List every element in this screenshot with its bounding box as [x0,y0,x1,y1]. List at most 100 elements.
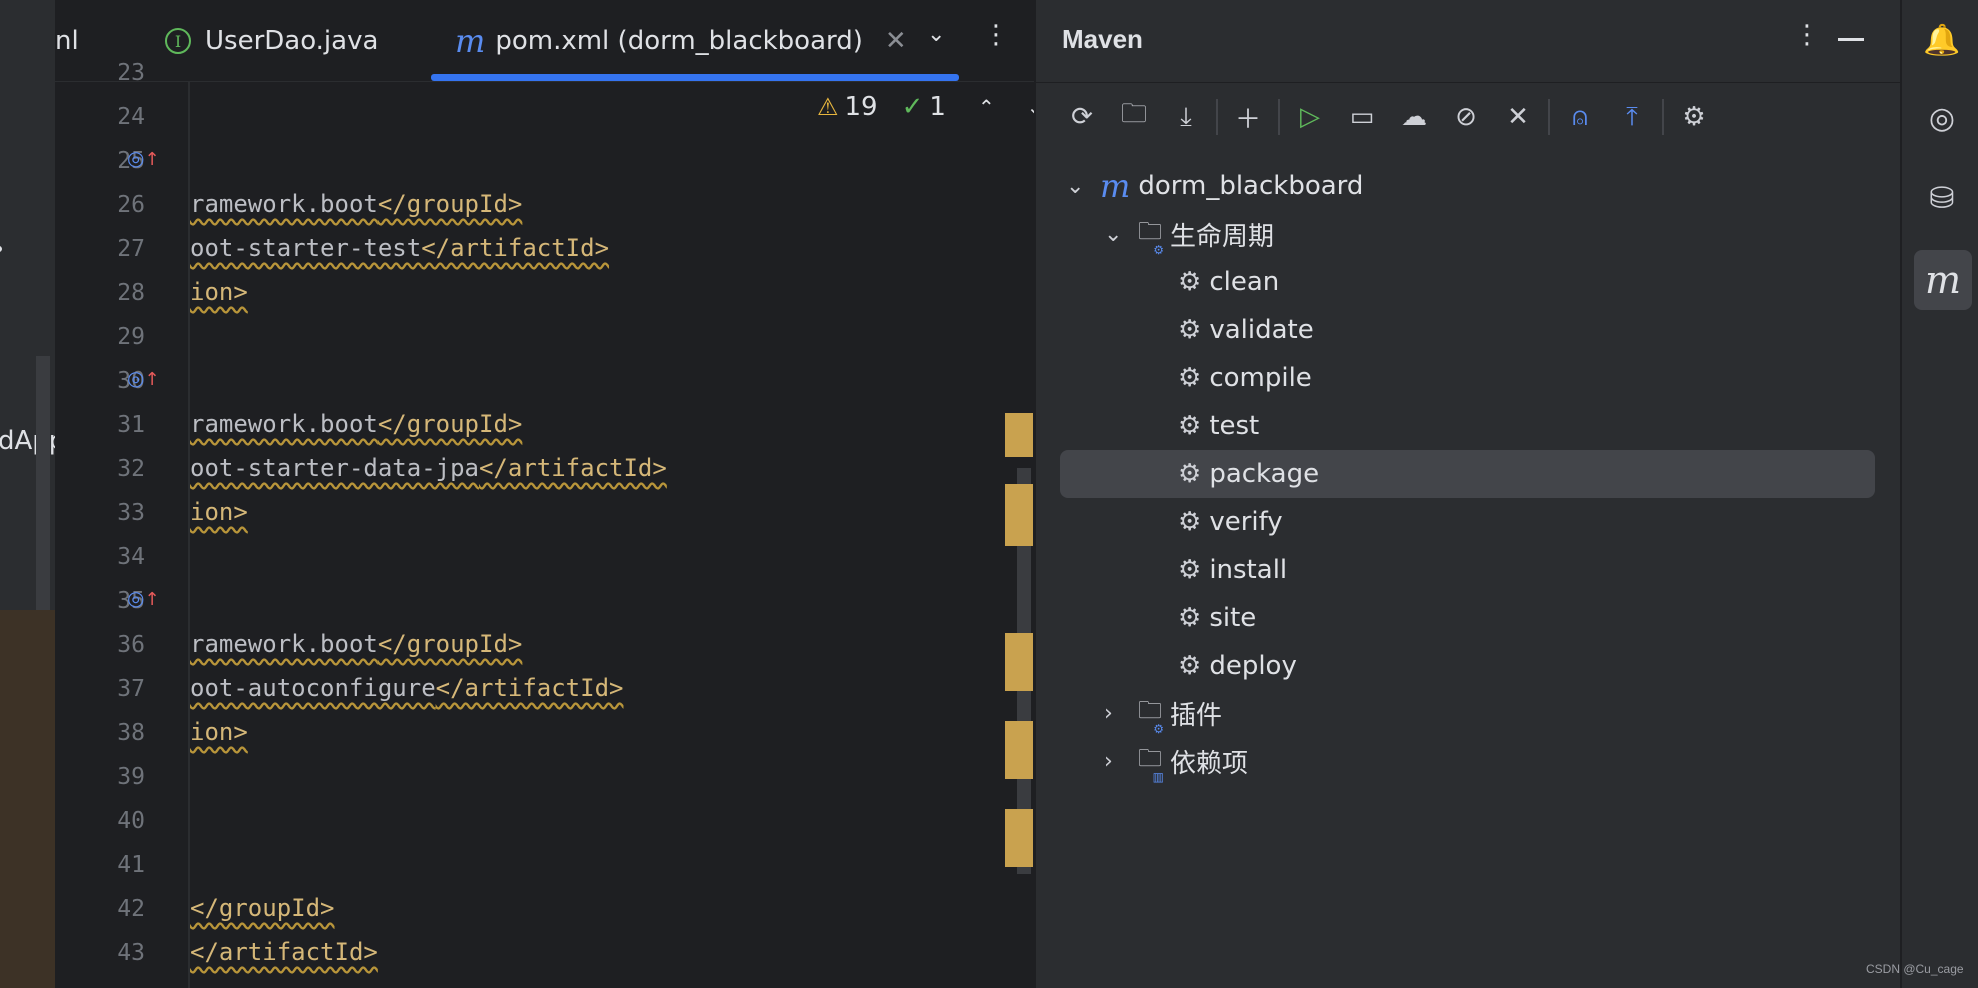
code-text: oot-autoconfigure [190,674,436,702]
code-line[interactable]: </artifactId> [190,938,378,966]
code-editor[interactable]: nl I UserDao.java m pom.xml (dorm_blackb… [55,0,1034,988]
database-icon[interactable]: ⛁ [1920,176,1964,220]
goal-gear-icon: ⚙ [1178,651,1202,681]
skip-tests-icon[interactable]: ⊘ [1440,95,1492,139]
line-number: 26 [117,192,145,218]
override-gutter-icon[interactable]: ◎↑ [127,146,160,170]
collapse-all-icon[interactable]: ✕ [1492,95,1544,139]
error-stripe-mark[interactable] [1005,721,1033,779]
more-options-icon[interactable]: ⋮ [1794,20,1820,50]
goal-validate[interactable]: ⚙ validate [1178,307,1314,353]
code-line[interactable]: ramework.boot</groupId> [190,630,522,658]
previous-highlight-icon[interactable]: ⌃ [978,95,995,119]
xml-tag: ion> [190,498,248,526]
goal-compile[interactable]: ⚙ compile [1178,355,1312,401]
line-number: 29 [117,324,145,350]
chevron-down-icon[interactable]: ⌄ [927,22,945,47]
next-highlight-icon[interactable]: ⌄ [1027,95,1034,119]
error-stripe-mark[interactable] [1005,413,1033,457]
code-line[interactable]: ion> [190,498,248,526]
notifications-bell-icon[interactable]: 🔔 [1920,18,1964,62]
xml-tag: </artifactId> [421,234,610,262]
line-number: 31 [117,412,145,438]
xml-tag: ion> [190,278,248,306]
code-text: ramework.boot [190,410,378,438]
code-line[interactable]: ion> [190,718,248,746]
expand-all-icon[interactable]: ⤒ [1606,95,1658,139]
code-line[interactable]: </groupId> [190,894,335,922]
code-line[interactable]: ramework.boot</groupId> [190,190,522,218]
line-number: 39 [117,764,145,790]
tab-label: nl [55,26,79,56]
goal-label: validate [1209,315,1314,345]
xml-tag: </groupId> [377,630,523,658]
code-line[interactable]: ramework.boot</groupId> [190,410,522,438]
code-text: ramework.boot [190,190,378,218]
xml-tag: </groupId> [190,894,335,922]
reload-icon[interactable]: ⟳ [1056,95,1108,139]
offline-mode-icon[interactable]: ☁ [1388,95,1440,139]
tree-dot [0,246,2,252]
error-stripe-mark[interactable] [1005,633,1033,691]
code-text: ramework.boot [190,630,378,658]
chevron-right-icon[interactable]: › [1104,701,1138,726]
run-configuration-icon[interactable]: ▭ [1336,95,1388,139]
goal-deploy[interactable]: ⚙ deploy [1178,643,1297,689]
add-icon[interactable]: ＋ [1222,95,1274,139]
goal-gear-icon: ⚙ [1178,459,1202,489]
tree-node-plugins[interactable]: › 🗀 ⚙ 插件 [1104,690,1222,736]
tab-userdao[interactable]: I UserDao.java [165,0,378,82]
maven-toolbar: ⟳ 🗀 ⤓ ＋ ▷ ▭ ☁ ⊘ ✕ ⍝ ⤒ ⚙ [1056,95,1720,139]
line-number: 36 [117,632,145,658]
chevron-right-icon[interactable]: › [1104,749,1138,774]
line-number: 32 [117,456,145,482]
xml-tag: </artifactId> [478,454,667,482]
goal-verify[interactable]: ⚙ verify [1178,499,1283,545]
line-number: 33 [117,500,145,526]
code-text: oot-starter-test [190,234,422,262]
code-line[interactable]: oot-starter-test</artifactId> [190,234,609,262]
line-number: 34 [117,544,145,570]
code-line[interactable]: oot-autoconfigure</artifactId> [190,674,623,702]
maven-icon: m [1100,167,1131,205]
override-gutter-icon[interactable]: ◎↑ [127,586,160,610]
code-line[interactable]: oot-starter-data-jpa</artifactId> [190,454,667,482]
inspection-widget[interactable]: ⚠ 19 ✓ 1 ⌃ ⌄ [817,92,1034,122]
run-icon[interactable]: ▷ [1284,95,1336,139]
maven-tool-icon[interactable]: m [1914,250,1972,310]
xml-tag: </artifactId> [435,674,624,702]
chevron-down-icon[interactable]: ⌄ [1104,222,1138,247]
goal-clean[interactable]: ⚙ clean [1178,259,1279,305]
line-number: 37 [117,676,145,702]
tab-xml-partial[interactable]: nl [55,0,79,82]
download-icon[interactable]: ⤓ [1160,95,1212,139]
chevron-down-icon[interactable]: ⌄ [1066,174,1100,199]
analyze-dependencies-icon[interactable]: ⍝ [1554,95,1606,139]
panel-title: Maven [1062,24,1143,54]
error-stripe-mark[interactable] [1005,484,1033,546]
close-icon[interactable]: ✕ [885,26,907,56]
tree-node-project[interactable]: ⌄ m dorm_blackboard [1066,163,1363,209]
line-number: 27 [117,236,145,262]
settings-gear-icon[interactable]: ⚙ [1668,95,1720,139]
goal-label: compile [1209,363,1312,393]
more-options-icon[interactable]: ⋮ [983,20,1009,50]
ai-assistant-icon[interactable]: ◎ [1920,96,1964,140]
goal-site[interactable]: ⚙ site [1178,595,1256,641]
code-line[interactable]: ion> [190,278,248,306]
goal-label: test [1209,411,1260,441]
toolbar-separator [1548,99,1550,135]
line-number: 41 [117,852,145,878]
error-stripe-mark[interactable] [1005,809,1033,867]
reload-folder-icon[interactable]: 🗀 [1108,95,1160,139]
goal-install[interactable]: ⚙ install [1178,547,1287,593]
tree-node-lifecycle[interactable]: ⌄ 🗀 ⚙ 生命周期 [1104,211,1274,257]
minimize-icon[interactable] [1838,38,1864,41]
goal-package[interactable]: ⚙ package [1178,451,1319,497]
xml-tag: </artifactId> [190,938,378,966]
tree-node-dependencies[interactable]: › 🗀 ▥ 依赖项 [1104,738,1248,784]
override-gutter-icon[interactable]: ◎↑ [127,366,160,390]
goal-test[interactable]: ⚙ test [1178,403,1259,449]
tab-pom-xml[interactable]: m pom.xml (dorm_blackboard) ✕ [455,0,907,82]
line-number: 40 [117,808,145,834]
